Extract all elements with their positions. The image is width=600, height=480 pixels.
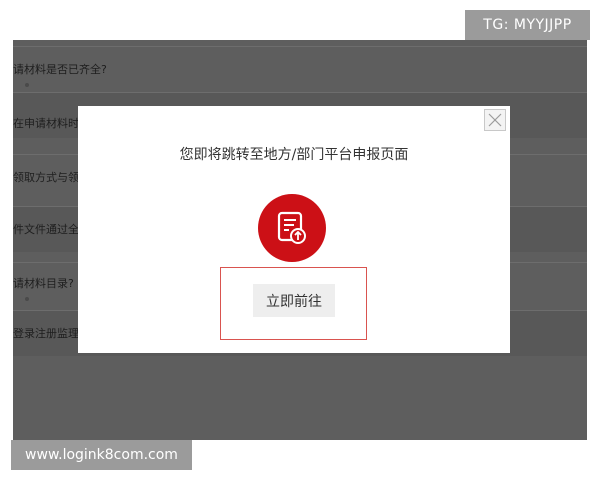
go-now-button[interactable]: 立即前往 [253,284,335,317]
bullet-dot [25,297,29,301]
watermark-site: www.logink8com.com [11,440,192,470]
dialog-message: 您即将跳转至地方/部门平台申报页面 [179,147,409,163]
list-item-text: 登录注册监理 [13,327,79,340]
screen: 请材料是否已齐全? 在申请材料时环 领取方式与领 件文件通过全国 请材料目录? … [0,0,600,480]
close-button[interactable] [484,109,506,131]
highlight-frame: 立即前往 [220,267,367,340]
list-item-text: 领取方式与领 [13,171,79,184]
redirect-dialog: 您即将跳转至地方/部门平台申报页面 立即前往 [78,106,510,353]
document-upload-icon [258,194,326,262]
list-item-text: 请材料是否已齐全? [13,63,107,76]
bullet-dot [25,83,29,87]
list-item: 请材料是否已齐全? [13,46,587,92]
watermark-tg: TG: MYYJJPP [465,10,590,40]
list-item-text: 请材料目录? [13,277,74,290]
close-icon [488,113,502,127]
